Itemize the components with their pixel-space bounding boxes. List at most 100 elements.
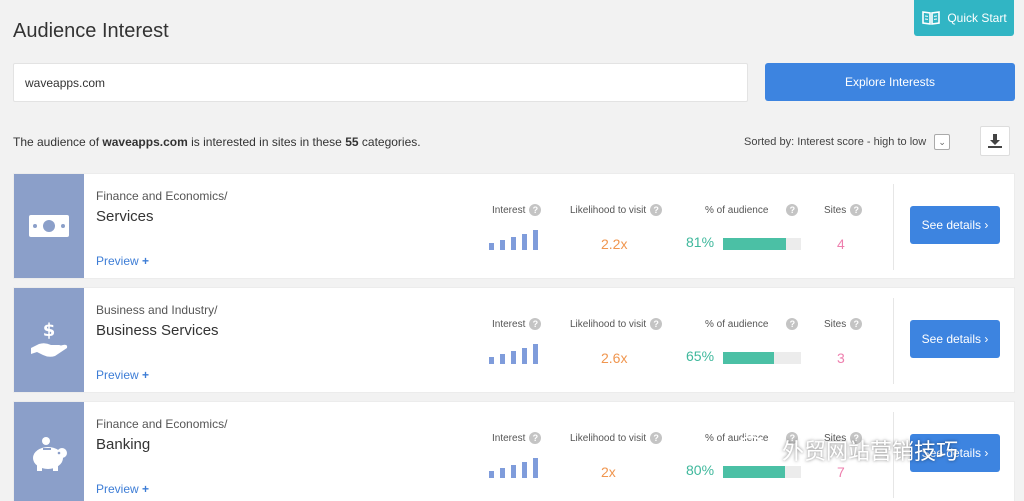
help-icon[interactable]: ? xyxy=(650,318,663,330)
interest-bar xyxy=(500,468,505,478)
search-input[interactable] xyxy=(13,63,748,102)
help-icon[interactable]: ? xyxy=(786,204,799,216)
help-icon[interactable]: ? xyxy=(529,204,542,216)
preview-link[interactable]: Preview + xyxy=(96,482,149,496)
sites-count: 4 xyxy=(837,236,845,252)
category-card: Finance and Economics/ Services Preview … xyxy=(13,173,1015,279)
piggy-bank-icon xyxy=(33,437,67,471)
audience-percent: 80% xyxy=(686,462,715,478)
interest-label: Interest? xyxy=(492,204,542,216)
interest-bar xyxy=(489,357,494,364)
preview-label: Preview xyxy=(96,368,139,382)
help-icon[interactable]: ? xyxy=(529,432,542,444)
category-parent: Business and Industry/ xyxy=(96,303,218,317)
interest-bar xyxy=(533,458,538,478)
category-name: Business Services xyxy=(96,322,219,339)
svg-text:$: $ xyxy=(43,320,56,341)
category-icon-panel xyxy=(14,402,84,501)
preview-link[interactable]: Preview + xyxy=(96,254,149,268)
summary-count: 55 xyxy=(345,135,359,149)
watermark: 外贸网站营销技巧 xyxy=(736,434,958,466)
plus-icon: + xyxy=(142,368,150,382)
help-icon[interactable]: ? xyxy=(850,318,863,330)
likelihood-value: 2x xyxy=(601,464,616,480)
category-name: Banking xyxy=(96,436,151,453)
audience-progress-fill xyxy=(723,238,787,250)
sort-label: Sorted by: Interest score - high to low xyxy=(744,136,927,148)
card-divider xyxy=(893,298,894,384)
likelihood-value: 2.2x xyxy=(601,236,628,252)
plus-icon: + xyxy=(142,482,150,496)
interest-bar xyxy=(522,462,527,478)
audience-label: % of audience? xyxy=(705,318,799,330)
interest-bars xyxy=(489,344,543,364)
download-icon xyxy=(988,134,1002,148)
likelihood-label: Likelihood to visit? xyxy=(570,204,663,216)
interest-bar xyxy=(533,344,538,364)
book-icon xyxy=(922,11,941,25)
interest-label: Interest? xyxy=(492,318,542,330)
preview-label: Preview xyxy=(96,254,139,268)
quick-start-label: Quick Start xyxy=(947,11,1007,25)
likelihood-value: 2.6x xyxy=(601,350,628,366)
chevron-down-icon[interactable]: ⌄ xyxy=(934,134,951,150)
interest-bar xyxy=(522,348,527,364)
results-summary: The audience of waveapps.com is interest… xyxy=(13,135,421,149)
interest-bar xyxy=(511,351,516,364)
preview-label: Preview xyxy=(96,482,139,496)
banknote-icon xyxy=(29,215,69,237)
see-details-button[interactable]: See details › xyxy=(910,320,1000,358)
audience-progress-fill xyxy=(723,352,774,364)
audience-label: % of audience? xyxy=(705,204,799,216)
likelihood-label: Likelihood to visit? xyxy=(570,432,663,444)
interest-bars xyxy=(489,230,543,250)
summary-middle: is interested in sites in these xyxy=(187,135,346,149)
category-parent: Finance and Economics/ xyxy=(96,189,228,203)
sites-count: 7 xyxy=(837,464,845,480)
audience-progress-bar xyxy=(723,466,801,478)
category-card: $ Business and Industry/ Business Servic… xyxy=(13,287,1015,393)
sites-count: 3 xyxy=(837,350,845,366)
audience-progress-bar xyxy=(723,352,801,364)
help-icon[interactable]: ? xyxy=(786,318,799,330)
preview-link[interactable]: Preview + xyxy=(96,368,149,382)
interest-bar xyxy=(489,471,494,478)
audience-progress-bar xyxy=(723,238,801,250)
card-divider xyxy=(893,184,894,270)
category-icon-panel xyxy=(14,174,84,278)
sort-control[interactable]: Sorted by: Interest score - high to low … xyxy=(744,134,951,150)
audience-percent: 65% xyxy=(686,348,715,364)
summary-prefix: The audience of xyxy=(13,135,103,149)
category-parent: Finance and Economics/ xyxy=(96,417,228,431)
interest-bar xyxy=(489,243,494,250)
interest-bars xyxy=(489,458,543,478)
category-name: Services xyxy=(96,208,154,225)
audience-percent: 81% xyxy=(686,234,715,250)
hand-dollar-icon: $ xyxy=(31,320,68,357)
sites-label: Sites? xyxy=(824,318,863,330)
help-icon[interactable]: ? xyxy=(650,432,663,444)
interest-bar xyxy=(500,240,505,250)
interest-bar xyxy=(522,234,527,250)
watermark-text: 外贸网站营销技巧 xyxy=(782,440,959,465)
explore-interests-button[interactable]: Explore Interests xyxy=(765,63,1015,101)
summary-site: waveapps.com xyxy=(102,135,188,149)
interest-bar xyxy=(500,354,505,364)
interest-label: Interest? xyxy=(492,432,542,444)
likelihood-label: Likelihood to visit? xyxy=(570,318,663,330)
download-button[interactable] xyxy=(980,126,1010,156)
audience-progress-fill xyxy=(723,466,786,478)
page-title: Audience Interest xyxy=(13,20,169,42)
sites-label: Sites? xyxy=(824,204,863,216)
wechat-icon xyxy=(737,436,775,463)
quick-start-button[interactable]: Quick Start xyxy=(914,0,1014,36)
interest-bar xyxy=(511,465,516,478)
help-icon[interactable]: ? xyxy=(529,318,542,330)
summary-suffix: categories. xyxy=(358,135,421,149)
help-icon[interactable]: ? xyxy=(650,204,663,216)
help-icon[interactable]: ? xyxy=(850,204,863,216)
interest-bar xyxy=(533,230,538,250)
see-details-button[interactable]: See details › xyxy=(910,206,1000,244)
plus-icon: + xyxy=(142,254,150,268)
interest-bar xyxy=(511,237,516,250)
